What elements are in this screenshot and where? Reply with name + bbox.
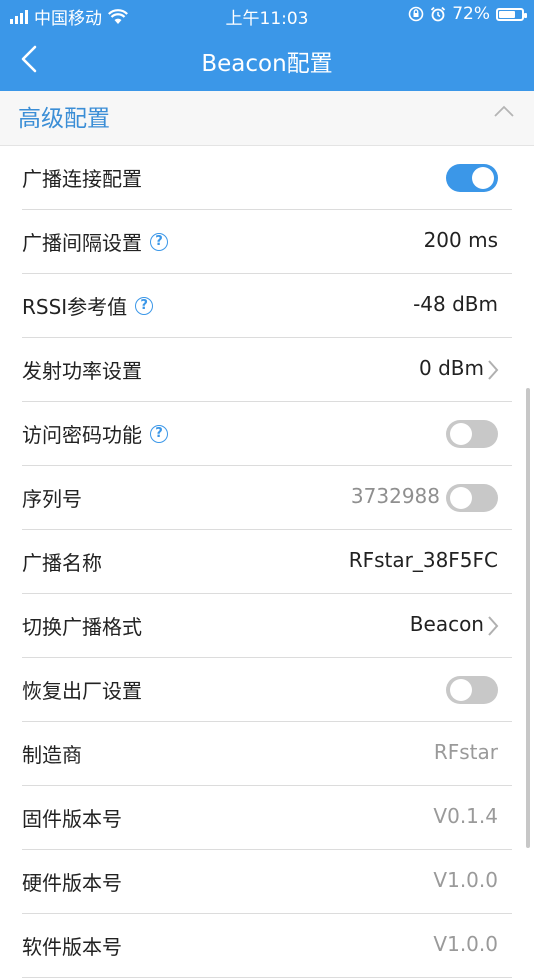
alarm-icon (431, 6, 446, 22)
toggle-knob (450, 423, 472, 445)
broadcast-interval-value: 200 ms (423, 228, 498, 252)
nav-bar: Beacon配置 (0, 30, 534, 91)
help-icon[interactable]: ? (150, 424, 168, 443)
label-text: 访问密码功能 (22, 423, 142, 447)
factory-reset-toggle[interactable] (446, 676, 498, 704)
row-broadcast-interval[interactable]: 广播间隔设置? 200 ms (22, 210, 512, 274)
row-factory-reset: 恢复出厂设置 (22, 658, 512, 722)
chevron-right-icon (488, 360, 499, 380)
row-broadcast-name[interactable]: 广播名称 RFstar_38F5FC (22, 530, 512, 594)
row-label: 制造商 (22, 739, 82, 768)
label-text: 硬件版本号 (22, 871, 122, 895)
section-header-advanced[interactable]: 高级配置 (0, 91, 534, 146)
help-icon[interactable]: ? (150, 232, 168, 251)
row-tx-power[interactable]: 发射功率设置 0 dBm (22, 338, 512, 402)
row-label: RSSI参考值? (22, 291, 154, 320)
row-label: 恢复出厂设置 (22, 675, 142, 704)
firmware-version-value: V0.1.4 (433, 804, 498, 828)
battery-percent: 72% (452, 4, 490, 24)
row-broadcast-connection: 广播连接配置 (22, 146, 512, 210)
rssi-value: -48 dBm (413, 292, 498, 316)
row-software-version: 软件版本号 V1.0.0 (22, 914, 512, 978)
row-label: 广播名称 (22, 547, 102, 576)
tx-power-value: 0 dBm (419, 356, 484, 380)
status-right: 72% (408, 4, 527, 24)
label-text: 发射功率设置 (22, 359, 142, 383)
label-text: 软件版本号 (22, 935, 122, 959)
access-password-toggle[interactable] (446, 420, 498, 448)
label-text: 序列号 (22, 487, 82, 511)
label-text: 广播连接配置 (22, 167, 142, 191)
battery-icon (496, 7, 527, 21)
row-hardware-version: 硬件版本号 V1.0.0 (22, 850, 512, 914)
label-text: 制造商 (22, 743, 82, 767)
row-label: 广播间隔设置? (22, 227, 168, 256)
toggle-knob (472, 167, 494, 189)
label-text: 恢复出厂设置 (22, 679, 142, 703)
row-firmware-version: 固件版本号 V0.1.4 (22, 786, 512, 850)
serial-number-toggle[interactable] (446, 484, 498, 512)
serial-number-value: 3732988 (350, 484, 440, 508)
broadcast-name-value: RFstar_38F5FC (348, 548, 498, 572)
page-title: Beacon配置 (201, 51, 333, 77)
chevron-right-icon (488, 616, 499, 636)
row-rssi-reference[interactable]: RSSI参考值? -48 dBm (22, 274, 512, 338)
settings-list: 广播连接配置 广播间隔设置? 200 ms RSSI参考值? -48 dBm 发… (0, 146, 534, 978)
format-value: Beacon (409, 612, 484, 636)
row-label: 软件版本号 (22, 931, 122, 960)
battery-fill (499, 10, 515, 18)
row-label: 切换广播格式 (22, 611, 142, 640)
row-label: 硬件版本号 (22, 867, 122, 896)
row-label: 发射功率设置 (22, 355, 142, 384)
row-access-password: 访问密码功能? (22, 402, 512, 466)
manufacturer-value: RFstar (433, 740, 498, 764)
label-text: 切换广播格式 (22, 615, 142, 639)
row-switch-format[interactable]: 切换广播格式 Beacon (22, 594, 512, 658)
hardware-version-value: V1.0.0 (433, 868, 498, 892)
broadcast-connection-toggle[interactable] (446, 164, 498, 192)
label-text: 固件版本号 (22, 807, 122, 831)
label-text: RSSI参考值 (22, 295, 128, 319)
software-version-value: V1.0.0 (433, 932, 498, 956)
chevron-up-icon[interactable] (492, 102, 516, 122)
row-label: 序列号 (22, 483, 82, 512)
section-title: 高级配置 (18, 106, 110, 132)
row-serial-number: 序列号 3732988 (22, 466, 512, 530)
label-text: 广播名称 (22, 551, 102, 575)
label-text: 广播间隔设置 (22, 231, 142, 255)
toggle-knob (450, 679, 472, 701)
row-label: 广播连接配置 (22, 163, 142, 192)
toggle-knob (450, 487, 472, 509)
orientation-lock-icon (408, 6, 424, 22)
status-bar: 中国移动 上午11:03 72% (0, 0, 534, 30)
scrollbar[interactable] (526, 388, 530, 848)
row-manufacturer: 制造商 RFstar (22, 722, 512, 786)
help-icon[interactable]: ? (135, 296, 154, 315)
row-label: 访问密码功能? (22, 419, 168, 448)
row-label: 固件版本号 (22, 803, 122, 832)
top-bar: 中国移动 上午11:03 72% Beacon配置 (0, 0, 534, 91)
